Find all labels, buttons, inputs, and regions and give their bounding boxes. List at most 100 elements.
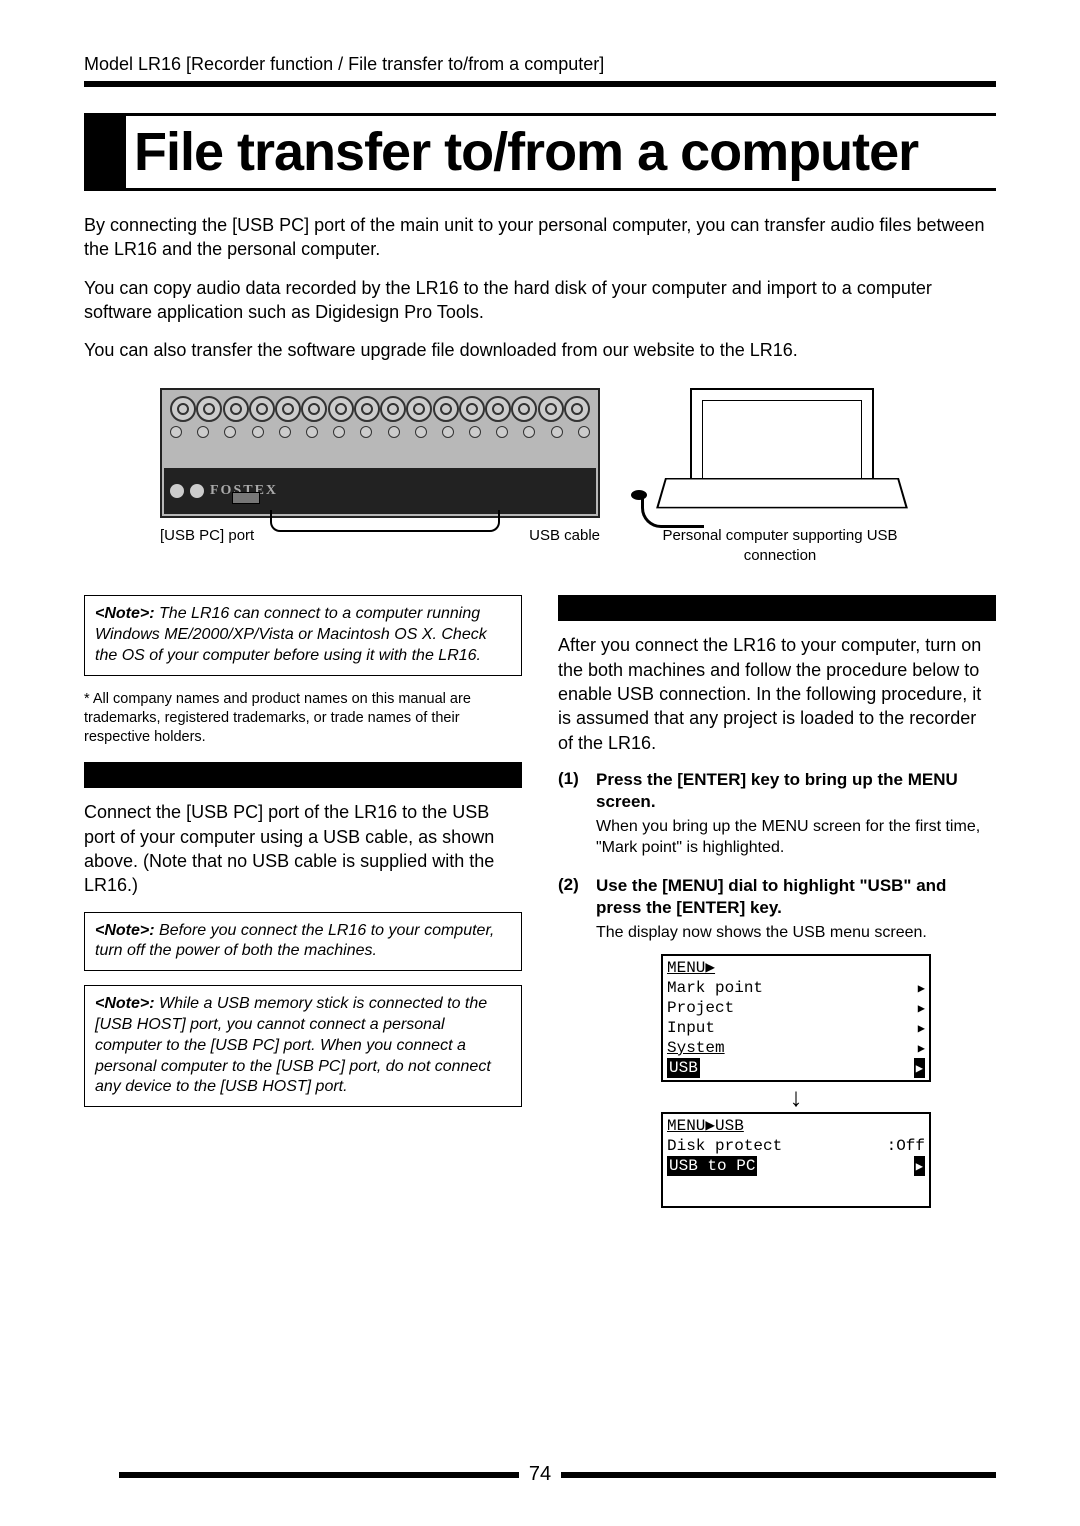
input-jack-icon bbox=[511, 396, 537, 422]
input-jack-icon bbox=[328, 396, 354, 422]
connector-icon bbox=[170, 484, 184, 498]
lcd-item: Input bbox=[667, 1018, 715, 1038]
intro-text: By connecting the [USB PC] port of the m… bbox=[84, 213, 996, 362]
header-rule bbox=[84, 81, 996, 87]
left-body-text: Connect the [USB PC] port of the LR16 to… bbox=[84, 800, 522, 897]
step-2: (2) Use the [MENU] dial to highlight "US… bbox=[558, 875, 996, 1212]
small-jack-icon bbox=[551, 426, 563, 438]
two-column-body: <Note>: The LR16 can connect to a comput… bbox=[84, 595, 996, 1217]
triangle-icon bbox=[914, 1156, 925, 1176]
small-jack-icon bbox=[360, 426, 372, 438]
connection-diagram: FOSTEX [USB PC] port USB cable Personal … bbox=[84, 388, 996, 565]
laptop-label: Personal computer supporting USB connect… bbox=[640, 526, 920, 565]
triangle-icon bbox=[918, 1018, 925, 1038]
lcd-menu-screen: MENU▶ Mark point Project Input System US… bbox=[661, 954, 931, 1082]
small-jack-icon bbox=[252, 426, 264, 438]
small-jack-icon bbox=[442, 426, 454, 438]
right-body-text: After you connect the LR16 to your compu… bbox=[558, 633, 996, 754]
intro-p2: You can copy audio data recorded by the … bbox=[84, 276, 996, 325]
input-jack-icon bbox=[433, 396, 459, 422]
header-breadcrumb: Model LR16 [Recorder function / File tra… bbox=[84, 54, 996, 75]
small-jack-icon bbox=[388, 426, 400, 438]
section-bar-left bbox=[84, 762, 522, 788]
note-label: <Note>: bbox=[95, 922, 155, 939]
laptop-screen-icon bbox=[690, 388, 874, 492]
laptop-column: Personal computer supporting USB connect… bbox=[640, 388, 920, 565]
lcd-title: MENU▶USB bbox=[667, 1116, 925, 1136]
input-jack-icon bbox=[564, 396, 590, 422]
step-text: When you bring up the MENU screen for th… bbox=[596, 817, 996, 859]
footer-rule-right bbox=[561, 1472, 996, 1478]
note-box-poweroff: <Note>: Before you connect the LR16 to y… bbox=[84, 912, 522, 972]
small-jack-icon bbox=[306, 426, 318, 438]
cable-label-row: [USB PC] port USB cable bbox=[160, 524, 600, 546]
lcd-selected-item: USB bbox=[667, 1058, 700, 1078]
connector-icon bbox=[190, 484, 204, 498]
small-jack-icon bbox=[523, 426, 535, 438]
step-title: Press the [ENTER] key to bring up the ME… bbox=[596, 769, 996, 813]
step-1: (1) Press the [ENTER] key to bring up th… bbox=[558, 769, 996, 869]
intro-p3: You can also transfer the software upgra… bbox=[84, 338, 996, 362]
laptop-icon bbox=[665, 388, 895, 518]
device-column: FOSTEX [USB PC] port USB cable bbox=[160, 388, 600, 546]
small-jack-icon bbox=[197, 426, 209, 438]
input-jack-icon bbox=[380, 396, 406, 422]
trademark-footnote: * All company names and product names on… bbox=[84, 690, 522, 747]
small-jack-icon bbox=[415, 426, 427, 438]
input-jack-icon bbox=[485, 396, 511, 422]
laptop-cable-icon bbox=[641, 495, 704, 528]
intro-p1: By connecting the [USB PC] port of the m… bbox=[84, 213, 996, 262]
lcd-item: System bbox=[667, 1038, 725, 1058]
usb-pc-port-icon bbox=[232, 492, 260, 504]
input-jack-icon bbox=[249, 396, 275, 422]
usb-cable-icon bbox=[270, 510, 500, 532]
small-jack-icon bbox=[279, 426, 291, 438]
right-column: After you connect the LR16 to your compu… bbox=[558, 595, 996, 1217]
note-text: The LR16 can connect to a computer runni… bbox=[95, 605, 487, 664]
note-label: <Note>: bbox=[95, 605, 155, 622]
note-box-usbhost: <Note>: While a USB memory stick is conn… bbox=[84, 985, 522, 1107]
triangle-icon bbox=[918, 978, 925, 998]
lcd-item: Disk protect bbox=[667, 1136, 782, 1156]
lcd-usb-screen: MENU▶USB Disk protect :Off USB to PC bbox=[661, 1112, 931, 1208]
note-label: <Note>: bbox=[95, 995, 155, 1012]
triangle-icon bbox=[918, 1038, 925, 1058]
title-bullet-icon bbox=[84, 116, 126, 188]
section-bar-right bbox=[558, 595, 996, 621]
step-text: The display now shows the USB menu scree… bbox=[596, 923, 996, 944]
input-jack-icon bbox=[354, 396, 380, 422]
input-jack-icon bbox=[538, 396, 564, 422]
lcd-selected-item: USB to PC bbox=[667, 1156, 757, 1176]
small-jack-icon bbox=[578, 426, 590, 438]
input-jack-icon bbox=[301, 396, 327, 422]
title-rule-bottom bbox=[84, 188, 996, 191]
device-bottom-strip: FOSTEX bbox=[164, 468, 596, 514]
note-text: While a USB memory stick is connected to… bbox=[95, 995, 491, 1095]
small-jack-icon bbox=[333, 426, 345, 438]
input-jack-icon bbox=[170, 396, 196, 422]
lcd-value: :Off bbox=[887, 1136, 925, 1156]
input-jack-icon bbox=[406, 396, 432, 422]
small-jack-icon bbox=[469, 426, 481, 438]
page-title: File transfer to/from a computer bbox=[134, 125, 918, 179]
triangle-icon bbox=[918, 998, 925, 1018]
page-number: 74 bbox=[529, 1463, 551, 1486]
lcd-item: Project bbox=[667, 998, 734, 1018]
small-jack-icon bbox=[170, 426, 182, 438]
document-page: Model LR16 [Recorder function / File tra… bbox=[0, 0, 1080, 1526]
input-jack-icon bbox=[223, 396, 249, 422]
small-jack-icon bbox=[496, 426, 508, 438]
down-arrow-icon: ↓ bbox=[661, 1084, 931, 1110]
lr16-rear-panel: FOSTEX bbox=[160, 388, 600, 518]
triangle-icon bbox=[914, 1058, 925, 1078]
usb-cable-label: USB cable bbox=[500, 527, 600, 544]
title-block: File transfer to/from a computer bbox=[84, 113, 996, 191]
lcd-item: Mark point bbox=[667, 978, 763, 998]
step-title: Use the [MENU] dial to highlight "USB" a… bbox=[596, 875, 996, 919]
step-number: (2) bbox=[558, 875, 596, 1212]
lcd-title: MENU▶ bbox=[667, 958, 925, 978]
step-number: (1) bbox=[558, 769, 596, 869]
note-text: Before you connect the LR16 to your comp… bbox=[95, 922, 494, 960]
input-jack-icon bbox=[275, 396, 301, 422]
left-column: <Note>: The LR16 can connect to a comput… bbox=[84, 595, 522, 1217]
